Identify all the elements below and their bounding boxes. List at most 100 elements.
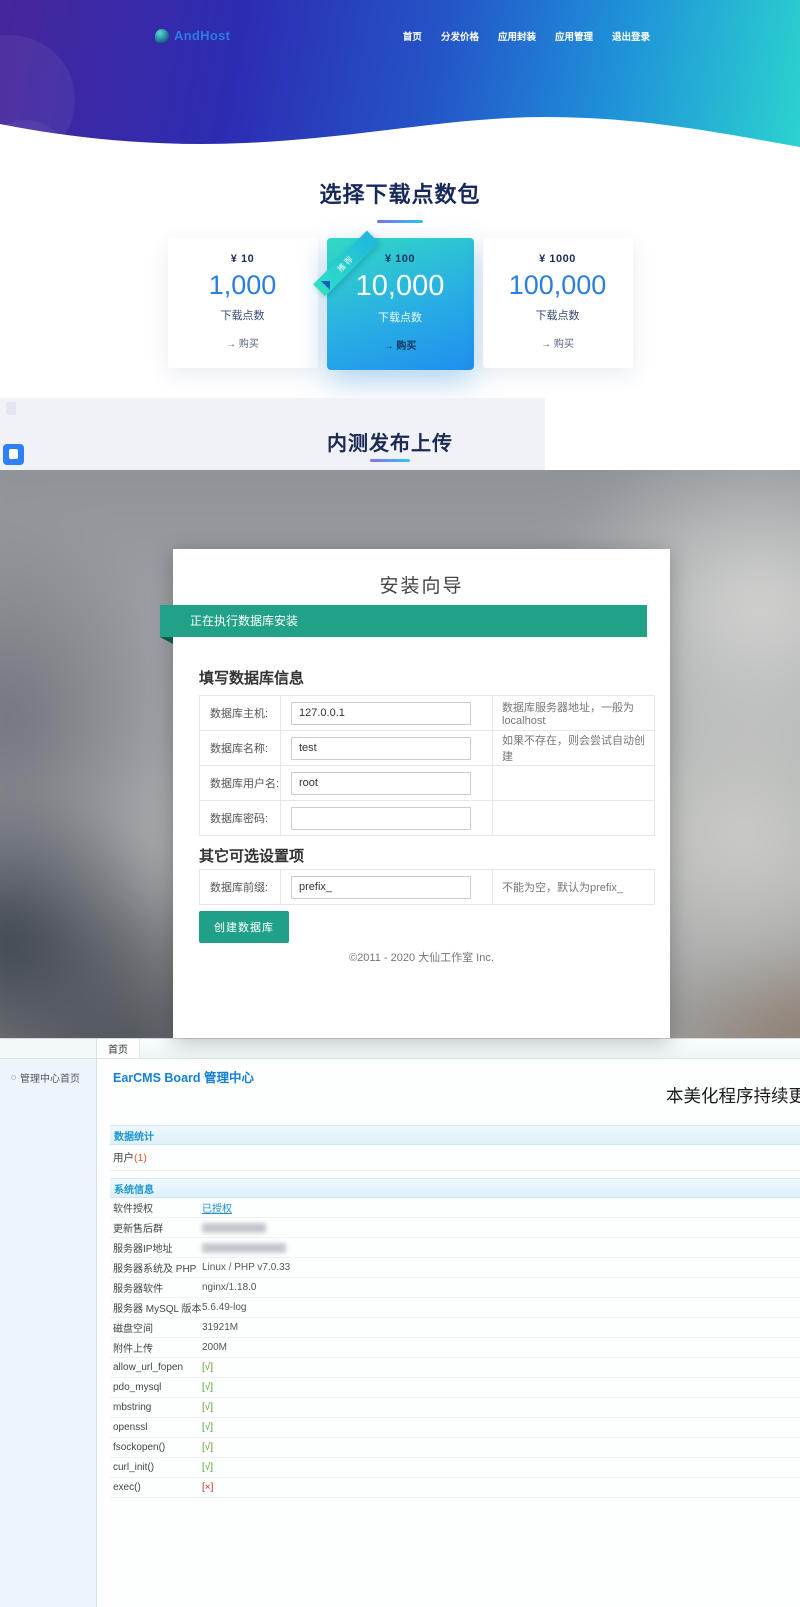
sysinfo-row-exec: exec() [×] — [110, 1478, 800, 1498]
check-fail: [×] — [202, 1482, 213, 1493]
sysinfo-row-os-php: 服务器系统及 PHP Linux / PHP v7.0.33 — [110, 1258, 800, 1278]
pricing-card-1000[interactable]: ¥ 1000 100,000 下载点数 → 购买 — [483, 238, 633, 368]
notice-marquee: 本美化程序持续更新 — [666, 1083, 800, 1108]
sysinfo-row-upload-limit: 附件上传 200M — [110, 1338, 800, 1358]
admin-panel: 首页 管理中心首页 EarCMS Board 管理中心 本美化程序持续更新 数据… — [0, 1038, 800, 1607]
wave-shape — [0, 1, 800, 150]
install-wizard-card: 安装向导 正在执行数据库安装 填写数据库信息 数据库主机: 数据库服务器地址，一… — [173, 549, 670, 1038]
chat-float-button[interactable] — [3, 444, 24, 465]
tab-home[interactable]: 首页 — [97, 1039, 140, 1058]
db-section-heading: 填写数据库信息 — [199, 667, 304, 688]
field-hint — [493, 801, 654, 835]
admin-main: EarCMS Board 管理中心 本美化程序持续更新 数据统计 用户 (1) … — [97, 1059, 800, 1607]
admin-tab-bar: 首页 — [0, 1038, 800, 1059]
field-hint — [493, 766, 654, 800]
pricing-title: 选择下载点数包 — [0, 150, 800, 209]
row-label: pdo_mysql — [113, 1382, 202, 1393]
db-name-input[interactable] — [291, 737, 471, 760]
row-label: 软件授权 — [113, 1200, 202, 1215]
wizard-copyright: ©2011 - 2020 大仙工作室 Inc. — [173, 949, 670, 965]
row-value: nginx/1.18.0 — [202, 1282, 257, 1293]
sysinfo-row-support-group: 更新售后群 — [110, 1218, 800, 1238]
buy-link[interactable]: → 购买 — [168, 335, 318, 350]
title-underline — [377, 220, 423, 223]
db-host-input[interactable] — [291, 702, 471, 725]
redacted-value — [202, 1223, 266, 1233]
row-value: 5.6.49-log — [202, 1302, 246, 1313]
ring-icon — [11, 1075, 16, 1080]
sysinfo-row-openssl: openssl [√] — [110, 1418, 800, 1438]
db-prefix-input[interactable] — [291, 876, 471, 899]
row-label: 服务器IP地址 — [113, 1240, 202, 1255]
check-ok: [√] — [202, 1362, 213, 1373]
sysinfo-row-allow-url-fopen: allow_url_fopen [√] — [110, 1358, 800, 1378]
check-ok: [√] — [202, 1442, 213, 1453]
card-unit: 下载点数 — [327, 309, 474, 325]
pricing-card-10[interactable]: ¥ 10 1,000 下载点数 → 购买 — [168, 238, 318, 368]
sysinfo-row-mbstring: mbstring [√] — [110, 1398, 800, 1418]
form-row-db-user: 数据库用户名: — [199, 766, 655, 801]
sysinfo-row-mysql-version: 服务器 MySQL 版本 5.6.49-log — [110, 1298, 800, 1318]
sysinfo-row-license: 软件授权 已授权 — [110, 1198, 800, 1218]
sysinfo-row-server-ip: 服务器IP地址 — [110, 1238, 800, 1258]
field-label: 数据库密码: — [200, 801, 281, 835]
row-value: 200M — [202, 1342, 227, 1353]
sysinfo-row-server-software: 服务器软件 nginx/1.18.0 — [110, 1278, 800, 1298]
row-label: allow_url_fopen — [113, 1362, 202, 1373]
form-row-db-host: 数据库主机: 数据库服务器地址，一般为 localhost — [199, 696, 655, 731]
form-row-db-name: 数据库名称: 如果不存在，则会尝试自动创建 — [199, 731, 655, 766]
card-price: ¥ 1000 — [483, 253, 633, 265]
sidebar-item-admin-home[interactable]: 管理中心首页 — [0, 1070, 96, 1085]
card-unit: 下载点数 — [483, 307, 633, 323]
db-user-input[interactable] — [291, 772, 471, 795]
card-unit: 下载点数 — [168, 307, 318, 323]
user-count-row: 用户 (1) — [110, 1145, 800, 1171]
card-points: 1,000 — [168, 270, 318, 301]
field-label: 数据库主机: — [200, 696, 281, 730]
sysinfo-row-disk-space: 磁盘空间 31921M — [110, 1318, 800, 1338]
install-status-bar: 正在执行数据库安装 — [160, 605, 647, 637]
db-form-table: 数据库主机: 数据库服务器地址，一般为 localhost 数据库名称: 如果不… — [199, 695, 655, 836]
scroll-widget-icon — [6, 402, 16, 415]
row-value: 31921M — [202, 1322, 238, 1333]
row-label: 更新售后群 — [113, 1220, 202, 1235]
pricing-card-100-featured[interactable]: 推荐 ¥ 100 10,000 下载点数 → 购买 — [327, 238, 474, 370]
buy-link[interactable]: → 购买 — [327, 337, 474, 352]
check-ok: [√] — [202, 1382, 213, 1393]
hero-header: AndHost 首页 分发价格 应用封装 应用管理 退出登录 — [0, 0, 800, 150]
title-underline — [370, 459, 410, 462]
sidebar-item-label: 管理中心首页 — [20, 1070, 80, 1085]
row-value: Linux / PHP v7.0.33 — [202, 1262, 290, 1273]
check-ok: [√] — [202, 1462, 213, 1473]
ribbon-fold — [321, 281, 330, 290]
pricing-section: 选择下载点数包 ¥ 10 1,000 下载点数 → 购买 推荐 ¥ 100 10… — [0, 150, 800, 398]
row-label: fsockopen() — [113, 1442, 202, 1453]
row-label: mbstring — [113, 1402, 202, 1413]
row-label: openssl — [113, 1422, 202, 1433]
user-count: (1) — [134, 1152, 147, 1164]
sysinfo-row-fsockopen: fsockopen() [√] — [110, 1438, 800, 1458]
field-hint: 数据库服务器地址，一般为 localhost — [493, 696, 654, 730]
form-row-db-prefix: 数据库前缀: 不能为空，默认为prefix_ — [199, 870, 655, 905]
buy-link[interactable]: → 购买 — [483, 335, 633, 350]
tab-bar-spacer — [0, 1039, 97, 1058]
row-label: 服务器系统及 PHP — [113, 1260, 202, 1275]
user-label[interactable]: 用户 — [113, 1150, 134, 1165]
pricing-cards: ¥ 10 1,000 下载点数 → 购买 推荐 ¥ 100 10,000 下载点… — [0, 238, 800, 370]
admin-sidebar: 管理中心首页 — [0, 1059, 97, 1607]
field-hint: 不能为空，默认为prefix_ — [493, 870, 654, 904]
options-section-heading: 其它可选设置项 — [199, 845, 304, 866]
sysinfo-section-header: 系统信息 — [110, 1178, 800, 1198]
status-bar-fold — [160, 637, 173, 644]
field-label: 数据库前缀: — [200, 870, 281, 904]
check-ok: [√] — [202, 1402, 213, 1413]
license-link[interactable]: 已授权 — [202, 1200, 232, 1215]
db-password-input[interactable] — [291, 807, 471, 830]
check-ok: [√] — [202, 1422, 213, 1433]
sysinfo-row-pdo-mysql: pdo_mysql [√] — [110, 1378, 800, 1398]
field-label: 数据库名称: — [200, 731, 281, 765]
field-label: 数据库用户名: — [200, 766, 281, 800]
options-form-table: 数据库前缀: 不能为空，默认为prefix_ — [199, 869, 655, 905]
card-points: 100,000 — [483, 270, 633, 301]
create-database-button[interactable]: 创建数据库 — [199, 911, 289, 943]
